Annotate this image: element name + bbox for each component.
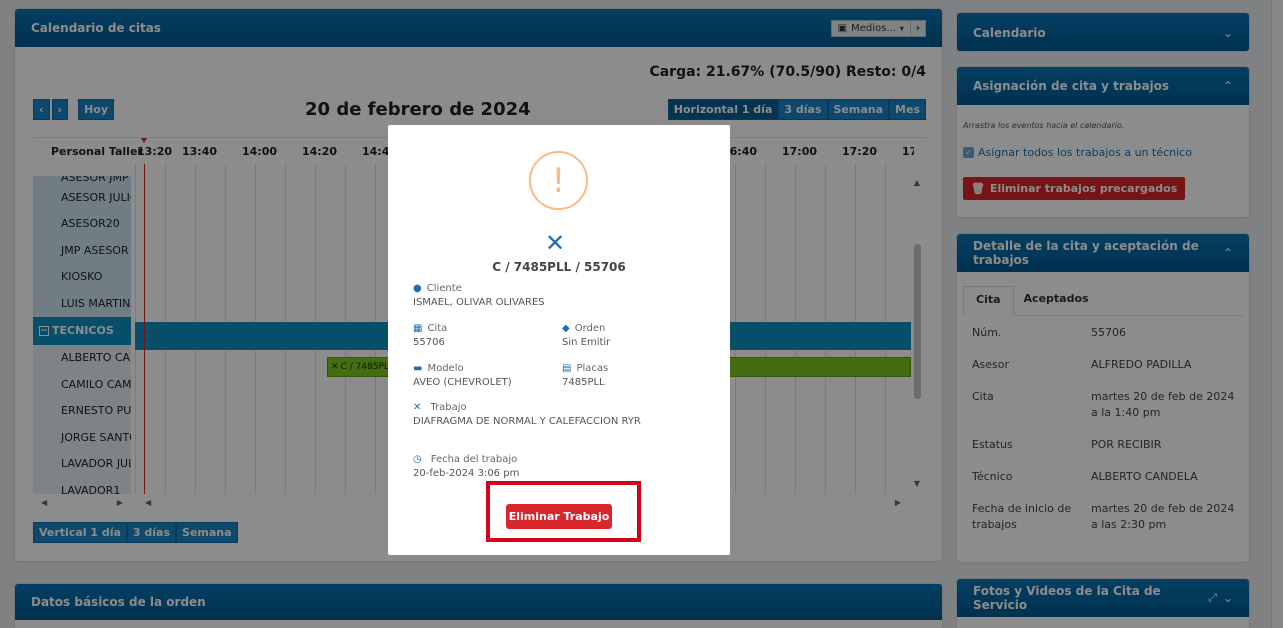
fecha-field: ◷ Fecha del trabajo 20-feb-2024 3:06 pm: [413, 454, 520, 479]
plate-icon: ▤: [562, 363, 572, 374]
trabajo-field: ✕ Trabajo DIAFRAGMA DE NORMAL Y CALEFACCI…: [413, 402, 641, 427]
job-modal: ! ✕ C / 7485PLL / 55706 ● Cliente ISMAEL,…: [388, 125, 730, 555]
clock-icon: ◷: [413, 454, 422, 465]
car-icon: ▬: [413, 363, 423, 374]
delete-job-button[interactable]: Eliminar Trabajo: [506, 504, 612, 529]
binoculars-icon: ◆: [562, 323, 570, 334]
modelo-field: ▬ Modelo AVEO (CHEVROLET): [413, 363, 512, 388]
orden-field: ◆ Orden Sin Emitir: [562, 323, 611, 348]
tools-icon: ✕: [545, 229, 566, 257]
tools-icon: ✕: [413, 402, 422, 413]
cita-field: ▦ Cita 55706: [413, 323, 448, 348]
modal-title: C / 7485PLL / 55706: [492, 260, 626, 274]
warning-icon: !: [529, 151, 588, 210]
calendar-icon: ▦: [413, 323, 423, 334]
user-icon: ●: [413, 283, 422, 294]
placas-field: ▤ Placas 7485PLL: [562, 363, 609, 388]
cliente-field: ● Cliente ISMAEL, OLIVAR OLIVARES: [413, 283, 545, 308]
